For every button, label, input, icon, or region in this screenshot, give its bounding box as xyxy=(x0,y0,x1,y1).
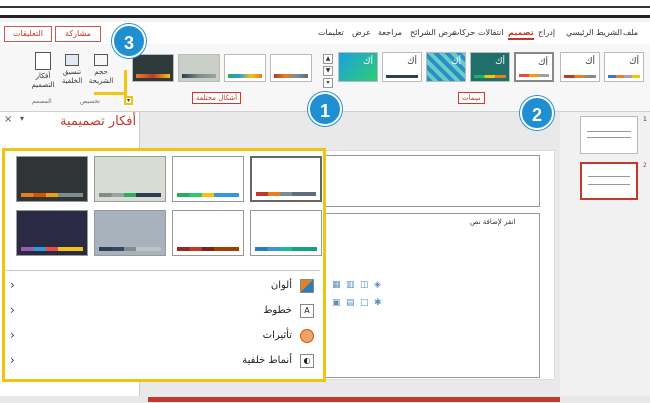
tab-file[interactable]: ملف xyxy=(623,28,638,37)
slide-size-icon xyxy=(94,54,108,66)
menu-background-styles[interactable]: ◐ أنماط خلفية ‹ xyxy=(6,351,320,373)
menu-effects[interactable]: تأثيرات ‹ xyxy=(6,326,320,348)
theme-5[interactable]: أك xyxy=(426,52,466,82)
insert-chart-icon[interactable]: ▥ xyxy=(346,280,355,290)
menu-fonts[interactable]: A خطوط ‹ xyxy=(6,301,320,323)
insert-smartart-icon[interactable]: ◫ xyxy=(360,280,369,290)
chevron-left-icon: ‹ xyxy=(10,328,15,342)
variant-1[interactable] xyxy=(270,54,312,82)
slide-thumbnails xyxy=(560,112,650,403)
variant-card-slate[interactable] xyxy=(94,210,166,256)
powerpoint-window: ملف الشريط الرئيسي إدراج تصميم انتقالات … xyxy=(0,0,650,403)
insert-picture-icon[interactable]: ▣ xyxy=(332,298,341,308)
slide-size-button[interactable]: حجم الشريحة xyxy=(84,54,118,86)
chevron-left-icon: ‹ xyxy=(10,353,15,367)
variant-card-white-green[interactable] xyxy=(172,156,244,202)
variant-2[interactable] xyxy=(224,54,266,82)
callout-connector-2 xyxy=(94,92,127,95)
variants-more-button[interactable]: ▾ xyxy=(124,96,133,105)
step-badge-2: 2 xyxy=(520,96,554,130)
designer-group-label: المصمم xyxy=(32,98,52,105)
variant-3[interactable] xyxy=(178,54,220,82)
format-background-button[interactable]: تنسيق الخلفية xyxy=(56,54,88,86)
theme-scroll-down[interactable]: ▼ xyxy=(323,66,333,76)
pane-title: أفكار تصميمية xyxy=(60,114,137,129)
tab-transitions[interactable]: انتقالات xyxy=(478,28,503,37)
tab-view[interactable]: عرض xyxy=(352,28,371,37)
fonts-icon: A xyxy=(300,304,314,318)
background-styles-icon: ◐ xyxy=(300,354,314,368)
share-button[interactable]: مشاركة xyxy=(55,26,101,42)
slide-number-1: 1 xyxy=(643,116,647,123)
variant-card-gray-1[interactable] xyxy=(94,156,166,202)
variant-4[interactable] xyxy=(132,54,174,82)
effects-icon xyxy=(300,329,314,343)
theme-4[interactable]: أك xyxy=(470,52,510,82)
variant-card-white-blue[interactable] xyxy=(250,210,322,256)
tab-slideshow[interactable]: عرض الشرائح xyxy=(410,28,457,37)
step-badge-3: 3 xyxy=(112,24,146,58)
tab-home[interactable]: الشريط الرئيسي xyxy=(566,28,622,37)
design-ideas-button[interactable]: أفكار التصميم xyxy=(30,52,56,90)
insert-online-picture-icon[interactable]: ▤ xyxy=(346,298,355,308)
theme-3[interactable]: أك xyxy=(514,52,554,82)
colors-icon xyxy=(300,279,314,293)
content-placeholder-text: انقر لإضافة نص xyxy=(470,218,516,226)
insert-3d-icon[interactable]: ◈ xyxy=(374,280,381,290)
pane-close-icon[interactable]: × xyxy=(4,114,12,125)
slide-thumb-2[interactable] xyxy=(580,162,638,200)
slide-number-2: 2 xyxy=(643,162,647,169)
chevron-left-icon: ‹ xyxy=(10,303,15,317)
variant-card-dark-1[interactable] xyxy=(16,156,88,202)
insert-video-icon[interactable]: □ xyxy=(360,298,369,308)
tab-insert[interactable]: إدراج xyxy=(538,28,555,37)
step-badge-1: 1 xyxy=(308,92,342,126)
menu-separator xyxy=(6,270,320,271)
theme-7[interactable]: أك xyxy=(338,52,378,82)
insert-table-icon[interactable]: ▦ xyxy=(332,280,341,290)
theme-2[interactable]: أك xyxy=(560,52,600,82)
comments-button[interactable]: التعليقات xyxy=(4,26,52,42)
customize-group-label: تخصيص xyxy=(80,98,100,105)
variant-card-white-maroon[interactable] xyxy=(172,210,244,256)
tab-help[interactable]: تعليمات xyxy=(318,28,344,37)
slide-thumb-1[interactable] xyxy=(580,116,638,154)
themes-group-label: سِمات xyxy=(458,92,485,104)
theme-scroll-up[interactable]: ▲ xyxy=(323,54,333,64)
tab-review[interactable]: مراجعة xyxy=(378,28,402,37)
insert-icon-icon[interactable]: ✱ xyxy=(374,298,382,308)
pane-options-icon[interactable]: ▾ xyxy=(20,114,24,123)
tab-design[interactable]: تصميم xyxy=(508,28,534,40)
theme-more[interactable]: ▾ xyxy=(323,78,333,88)
variant-card-navy[interactable] xyxy=(16,210,88,256)
design-ideas-icon xyxy=(35,52,51,70)
theme-6[interactable]: أك xyxy=(382,52,422,82)
variant-card-white-red[interactable] xyxy=(250,156,322,202)
theme-office[interactable]: أك xyxy=(604,52,644,82)
format-background-icon xyxy=(65,54,79,66)
menu-colors[interactable]: ألوان ‹ xyxy=(6,276,320,298)
variants-group-label: أشكال مختلفة xyxy=(192,92,242,104)
chevron-left-icon: ‹ xyxy=(10,278,15,292)
status-accent xyxy=(148,397,560,402)
top-border xyxy=(0,0,650,18)
